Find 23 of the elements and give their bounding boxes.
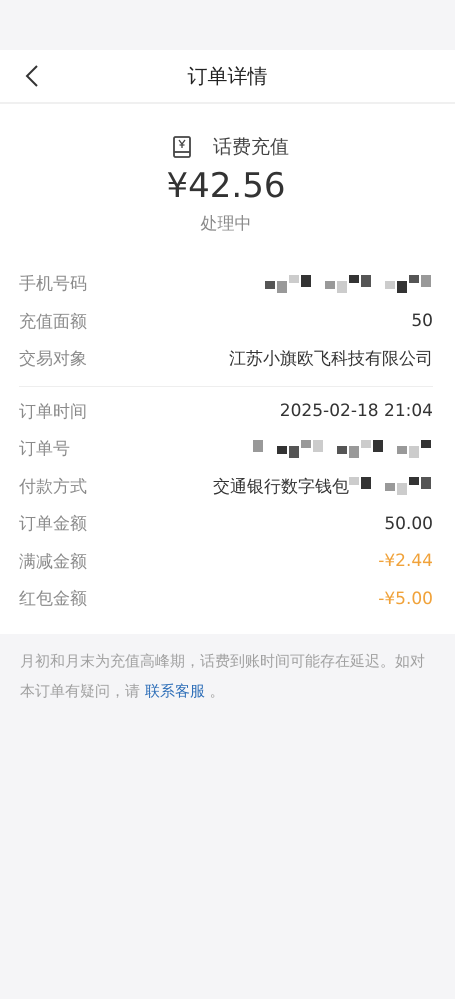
row-value: 江苏小旗欧飞科技有限公司	[229, 348, 433, 370]
row-label: 付款方式	[19, 476, 87, 498]
page-title: 订单详情	[188, 62, 268, 90]
notice-text: 月初和月末为充值高峰期，话费到账时间可能存在延迟。如对本订单有疑问，请 联系客服 。	[20, 650, 426, 702]
row-label: 订单时间	[19, 400, 87, 423]
row-value: -¥2.44	[378, 551, 433, 572]
row-label: 交易对象	[19, 348, 87, 370]
service-name: 话费充值	[213, 135, 289, 160]
row-label: 充值面额	[19, 310, 87, 333]
row-label: 订单号	[19, 438, 70, 460]
row-label: 手机号码	[19, 273, 87, 296]
row-value: -¥5.00	[378, 588, 433, 609]
status-text: 处理中	[200, 213, 252, 235]
amount: ¥42.56	[166, 166, 286, 206]
row-value: 50	[411, 311, 433, 332]
row-value: 50.00	[384, 514, 433, 534]
row-label: 订单金额	[19, 513, 87, 536]
row-value: 交通银行数字钱包	[213, 476, 349, 498]
row-label: 满减金额	[19, 550, 87, 573]
back-icon[interactable]	[25, 64, 39, 88]
row-label: 红包金额	[19, 588, 87, 610]
row-value: 2025-02-18 21:04	[280, 401, 433, 422]
contact-support-link[interactable]: 联系客服	[144, 682, 205, 700]
